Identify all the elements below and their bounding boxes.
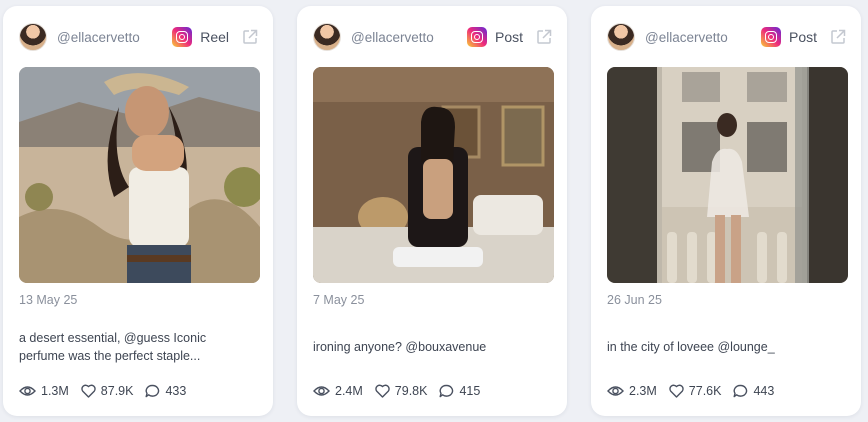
avatar[interactable] bbox=[19, 23, 47, 51]
post-date: 7 May 25 bbox=[313, 293, 365, 307]
post-header: @ellacervetto Post bbox=[607, 22, 847, 52]
caption-text: a desert essential, @guess Iconic perfum… bbox=[19, 331, 207, 363]
post-header: @ellacervetto Reel bbox=[19, 22, 259, 52]
comments-count: 415 bbox=[459, 384, 481, 398]
post-card[interactable]: @ellacervetto Post bbox=[297, 6, 567, 416]
post-stats: 2.3M 77.6K 443 bbox=[607, 382, 786, 400]
post-caption: ironing anyone? @bouxavenue bbox=[313, 326, 533, 368]
heart-icon bbox=[375, 384, 390, 398]
likes-count: 87.9K bbox=[100, 384, 134, 398]
post-caption: in the city of loveee @lounge_ bbox=[607, 326, 827, 368]
post-header: @ellacervetto Post bbox=[313, 22, 553, 52]
comments-count: 433 bbox=[165, 384, 187, 398]
instagram-icon bbox=[760, 27, 781, 47]
post-thumbnail[interactable] bbox=[607, 67, 848, 283]
external-link-icon[interactable] bbox=[241, 28, 259, 46]
avatar[interactable] bbox=[607, 23, 635, 51]
post-card[interactable]: @ellacervetto Post bbox=[591, 6, 861, 416]
post-date: 26 Jun 25 bbox=[607, 293, 662, 307]
comment-icon bbox=[145, 384, 160, 398]
post-type-label: Post bbox=[788, 29, 817, 45]
heart-icon bbox=[81, 384, 96, 398]
eye-icon bbox=[313, 386, 330, 396]
views-stat: 2.3M bbox=[607, 384, 657, 398]
comments-stat: 415 bbox=[439, 384, 480, 398]
post-type-label: Post bbox=[494, 29, 523, 45]
views-count: 2.4M bbox=[335, 384, 363, 398]
likes-stat: 87.9K bbox=[81, 384, 134, 398]
comment-icon bbox=[439, 384, 454, 398]
eye-icon bbox=[19, 386, 36, 396]
post-thumbnail[interactable] bbox=[313, 67, 554, 283]
account-handle[interactable]: @ellacervetto bbox=[351, 30, 467, 45]
views-stat: 1.3M bbox=[19, 384, 69, 398]
likes-stat: 77.6K bbox=[669, 384, 722, 398]
heart-icon bbox=[669, 384, 684, 398]
posts-row: @ellacervetto Reel 13 May 25 a desert es… bbox=[0, 0, 868, 422]
post-type-label: Reel bbox=[200, 29, 229, 45]
views-count: 1.3M bbox=[41, 384, 69, 398]
likes-count: 77.6K bbox=[688, 384, 722, 398]
comment-icon bbox=[733, 384, 748, 398]
comments-stat: 433 bbox=[145, 384, 186, 398]
post-stats: 1.3M 87.9K 433 bbox=[19, 382, 198, 400]
instagram-icon bbox=[466, 27, 487, 47]
post-date: 13 May 25 bbox=[19, 293, 78, 307]
eye-icon bbox=[607, 386, 624, 396]
external-link-icon[interactable] bbox=[535, 28, 553, 46]
views-stat: 2.4M bbox=[313, 384, 363, 398]
account-handle[interactable]: @ellacervetto bbox=[57, 30, 172, 45]
post-thumbnail[interactable] bbox=[19, 67, 260, 283]
likes-count: 79.8K bbox=[394, 384, 428, 398]
comments-stat: 443 bbox=[733, 384, 774, 398]
caption-text: in the city of loveee @lounge_ bbox=[607, 340, 775, 354]
caption-text: ironing anyone? @bouxavenue bbox=[313, 340, 487, 354]
external-link-icon[interactable] bbox=[829, 28, 847, 46]
avatar[interactable] bbox=[313, 23, 341, 51]
likes-stat: 79.8K bbox=[375, 384, 428, 398]
instagram-icon bbox=[172, 27, 193, 47]
views-count: 2.3M bbox=[629, 384, 657, 398]
comments-count: 443 bbox=[753, 384, 775, 398]
account-handle[interactable]: @ellacervetto bbox=[645, 30, 761, 45]
post-card[interactable]: @ellacervetto Reel 13 May 25 a desert es… bbox=[3, 6, 273, 416]
post-caption: a desert essential, @guess Iconic perfum… bbox=[19, 326, 239, 368]
post-stats: 2.4M 79.8K 415 bbox=[313, 382, 492, 400]
